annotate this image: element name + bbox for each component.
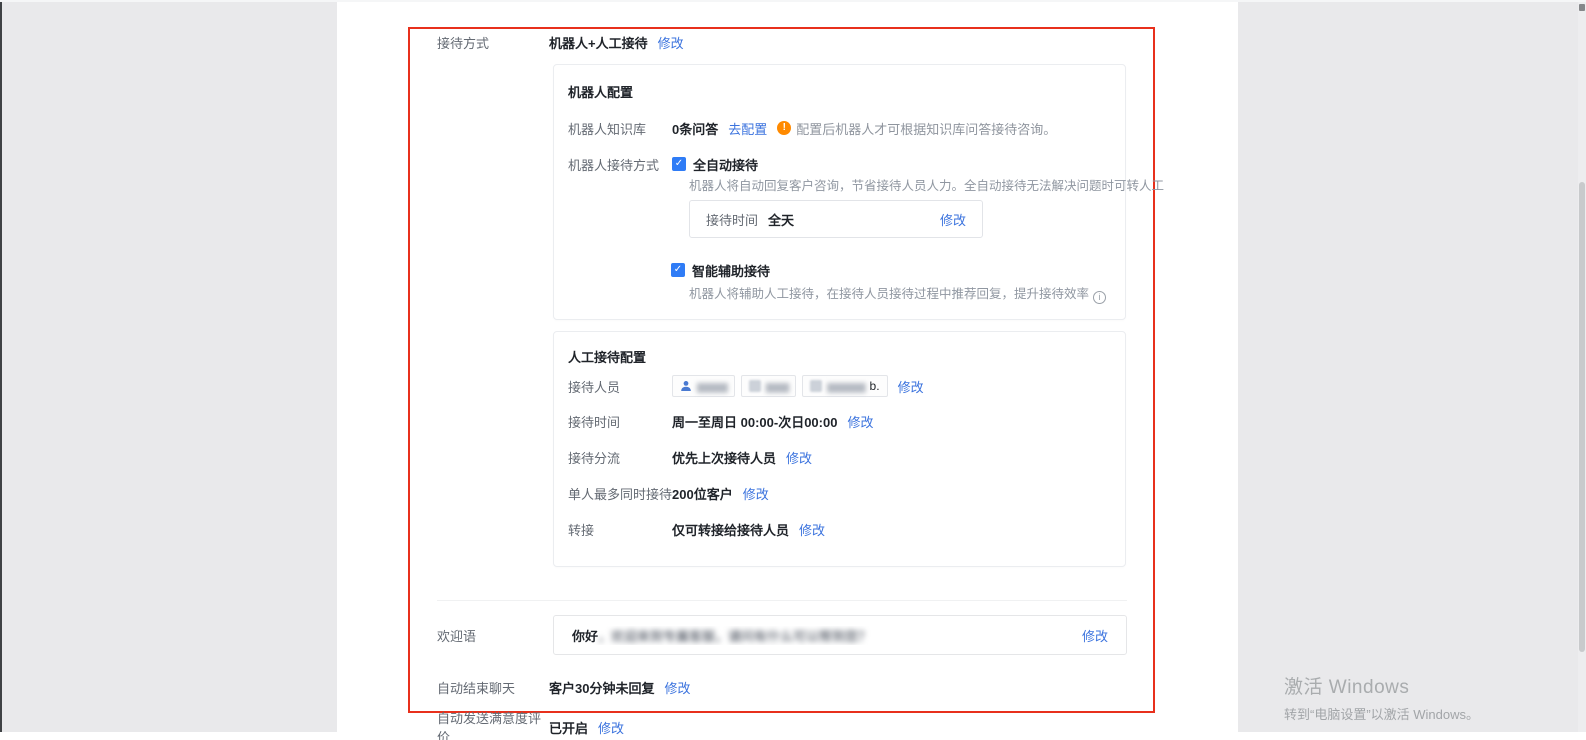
redacted-member-name: ▆▆▆▆▆ [827,380,864,393]
auto-end-label: 自动结束聊天 [437,678,549,697]
robot-reception-time-box: 接待时间 全天 修改 [689,200,983,238]
smart-assist-checkbox[interactable]: ✓ [671,263,685,277]
satisfaction-value: 已开启 [549,718,588,737]
staff-member-chips: ▆▆▆▆ ▆▆▆ ▆▆▆▆▆ b. [672,375,888,397]
max-concurrent-row: 单人最多同时接待 200位客户 修改 [568,483,769,503]
reception-method-row: 接待方式 机器人+人工接待 修改 [437,33,684,51]
robot-time-value: 全天 [768,210,794,229]
max-concurrent-label: 单人最多同时接待 [568,484,672,503]
satisfaction-label: 自动发送满意度评价 [437,708,549,740]
robot-mode-row: 机器人接待方式 ✓ 全自动接待 [568,154,758,174]
full-auto-description: 机器人将自动回复客户咨询，节省接待人员人力。全自动接待无法解决问题时可转人工 [689,175,1164,194]
robot-config-card: 机器人配置 机器人知识库 0条问答 去配置 ! 配置后机器人才可根据知识库问答接… [553,64,1126,320]
reception-method-value: 机器人+人工接待 [549,33,648,52]
robot-time-label: 接待时间 [706,210,758,229]
warning-icon: ! [777,121,791,135]
robot-knowledge-config-link[interactable]: 去配置 [728,119,767,138]
member-name-visible-part: b. [870,379,880,393]
section-divider [437,600,1127,601]
redacted-member-name: ▆▆▆ [766,380,788,393]
full-auto-checkbox[interactable]: ✓ [672,157,686,171]
full-auto-title: 全自动接待 [693,155,758,174]
left-overlay-panel [0,2,337,732]
max-concurrent-edit-link[interactable]: 修改 [743,484,769,503]
robot-knowledge-value: 0条问答 [672,119,718,138]
split-value: 优先上次接待人员 [672,448,776,467]
robot-time-edit-link[interactable]: 修改 [940,210,966,229]
welcome-redacted-text: ，欢迎来到专属客服，请问有什么可以帮到您？ [598,629,871,644]
transfer-label: 转接 [568,520,672,539]
transfer-value: 仅可转接给接待人员 [672,520,789,539]
welcome-label: 欢迎语 [437,626,476,645]
max-concurrent-value: 200位客户 [672,484,733,503]
welcome-label-row: 欢迎语 [437,626,476,644]
human-time-value: 周一至周日 00:00-次日00:00 [672,412,837,431]
split-row: 接待分流 优先上次接待人员 修改 [568,447,812,467]
staff-label: 接待人员 [568,377,672,396]
robot-mode-label: 机器人接待方式 [568,155,672,174]
robot-config-title: 机器人配置 [568,82,633,101]
human-time-row: 接待时间 周一至周日 00:00-次日00:00 修改 [568,411,873,431]
smart-assist-description: 机器人将辅助人工接待，在接待人员接待过程中推荐回复，提升接待效率i [689,283,1106,304]
human-time-edit-link[interactable]: 修改 [847,412,873,431]
info-icon[interactable]: i [1093,291,1106,304]
welcome-edit-link[interactable]: 修改 [1082,626,1108,645]
robot-knowledge-label: 机器人知识库 [568,119,672,138]
robot-knowledge-warning-text: 配置后机器人才可根据知识库问答接待咨询。 [796,119,1056,138]
scrollbar-corner-mark [1579,4,1585,11]
robot-knowledge-row: 机器人知识库 0条问答 去配置 ! 配置后机器人才可根据知识库问答接待咨询。 [568,118,1056,138]
human-time-label: 接待时间 [568,412,672,431]
split-label: 接待分流 [568,448,672,467]
scrollbar-thumb[interactable] [1579,182,1585,652]
staff-edit-link[interactable]: 修改 [898,377,924,396]
watermark-subtitle: 转到“电脑设置”以激活 Windows。 [1284,704,1479,723]
transfer-edit-link[interactable]: 修改 [799,520,825,539]
satisfaction-edit-link[interactable]: 修改 [598,718,624,737]
welcome-visible-text: 你好 [572,629,598,644]
welcome-message-box: 你好，欢迎来到专属客服，请问有什么可以帮到您？ 修改 [553,615,1127,655]
transfer-row: 转接 仅可转接给接待人员 修改 [568,519,825,539]
settings-page: 激活 Windows 转到“电脑设置”以激活 Windows。 接待方式 机器人… [0,0,1586,740]
watermark-title: 激活 Windows [1284,672,1479,699]
satisfaction-row: 自动发送满意度评价 已开启 修改 [437,718,624,736]
staff-row: 接待人员 ▆▆▆▆ ▆▆▆ ▆▆▆▆▆ b. 修改 [568,375,924,397]
reception-method-edit-link[interactable]: 修改 [658,33,684,52]
auto-end-value: 客户30分钟未回复 [549,678,654,697]
reception-method-label: 接待方式 [437,33,549,52]
staff-member-chip: ▆▆▆▆ [672,375,735,397]
staff-member-chip: ▆▆▆ [741,375,796,397]
smart-assist-title: 智能辅助接待 [692,261,770,280]
person-icon [680,380,692,392]
redacted-avatar [810,380,822,392]
staff-member-chip: ▆▆▆▆▆ b. [802,375,887,397]
redacted-avatar [749,380,761,392]
split-edit-link[interactable]: 修改 [786,448,812,467]
right-overlay-panel: 激活 Windows 转到“电脑设置”以激活 Windows。 [1238,2,1586,732]
human-config-card: 人工接待配置 接待人员 ▆▆▆▆ ▆▆▆ ▆▆▆▆▆ b. 修改 [553,331,1126,567]
auto-end-row: 自动结束聊天 客户30分钟未回复 修改 [437,678,690,696]
auto-end-edit-link[interactable]: 修改 [664,678,690,697]
scrollbar-track[interactable] [1578,2,1586,732]
smart-assist-row: ✓ 智能辅助接待 [671,260,770,280]
redacted-member-name: ▆▆▆▆ [697,380,727,393]
welcome-message-text: 你好，欢迎来到专属客服，请问有什么可以帮到您？ [572,626,871,645]
human-config-title: 人工接待配置 [568,347,646,366]
windows-activation-watermark: 激活 Windows 转到“电脑设置”以激活 Windows。 [1284,672,1479,723]
